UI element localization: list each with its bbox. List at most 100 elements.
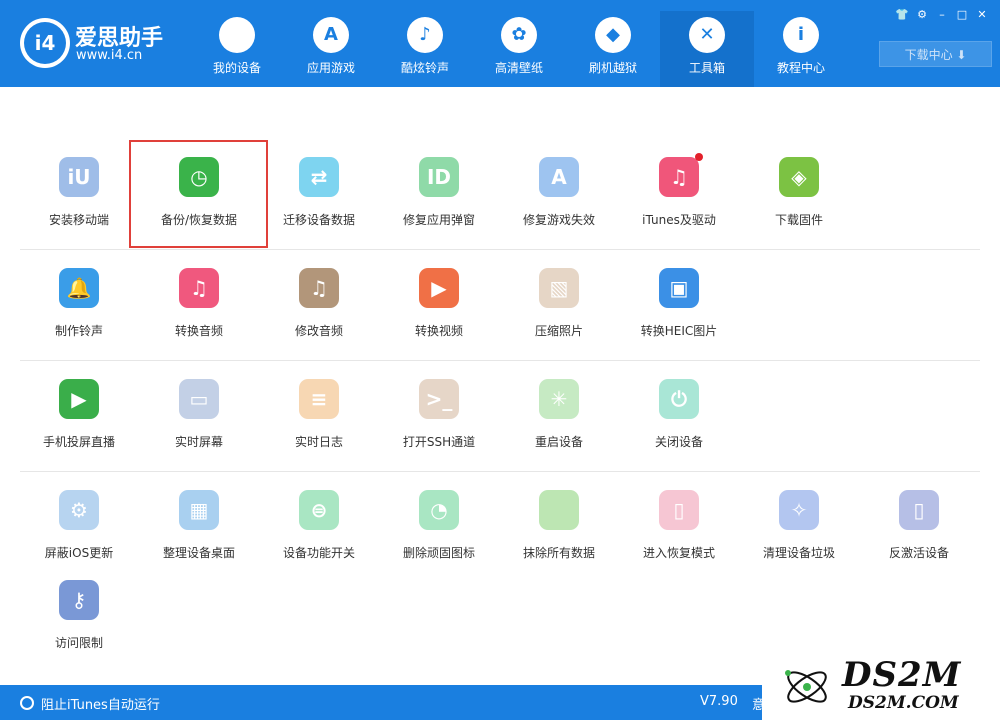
tool-recovery-mode[interactable]: ▯ 进入恢复模式	[619, 482, 739, 582]
tool-desktop-organize[interactable]: ▦ 整理设备桌面	[139, 482, 259, 582]
download-center-button[interactable]: 下载中心 ⬇	[879, 41, 992, 67]
screen-mirror-icon: ▶	[59, 379, 99, 419]
tool-backup-restore[interactable]: ◷ 备份/恢复数据	[139, 149, 259, 249]
tool-heic-convert[interactable]: ▣ 转换HEIC图片	[619, 260, 739, 360]
window-controls: 👕 ⚙ – □ ✕	[890, 3, 990, 21]
tool-deactivate[interactable]: ▯ 反激活设备	[859, 482, 979, 582]
desktop-organize-icon: ▦	[179, 490, 219, 530]
block-update-icon: ⚙	[59, 490, 99, 530]
row-divider	[20, 249, 980, 250]
itunes-toggle-label[interactable]: 阻止iTunes自动运行	[41, 694, 160, 713]
watermark-title: DS2M	[842, 655, 962, 695]
tool-block-update[interactable]: ⚙ 屏蔽iOS更新	[19, 482, 139, 582]
tool-ssh[interactable]: >_ 打开SSH通道	[379, 371, 499, 471]
tool-erase-data[interactable]: 抹除所有数据	[499, 482, 619, 582]
tool-screen-mirror[interactable]: ▶ 手机投屏直播	[19, 371, 139, 471]
logo-mark: i4	[24, 22, 66, 64]
tool-label: iTunes及驱动	[642, 213, 716, 227]
tool-audio-convert[interactable]: ♫ 转换音频	[139, 260, 259, 360]
tool-label: 制作铃声	[54, 324, 103, 338]
tool-label: 修复应用弹窗	[402, 213, 475, 227]
bell-icon: ♪	[407, 17, 443, 53]
video-convert-icon: ▶	[419, 268, 459, 308]
tool-live-log[interactable]: ≡ 实时日志	[259, 371, 379, 471]
tool-delete-icon[interactable]: ◔ 删除顽固图标	[379, 482, 499, 582]
tool-label: 转换HEIC图片	[640, 324, 718, 338]
ssh-icon: >_	[419, 379, 459, 419]
tool-migrate[interactable]: ⇄ 迁移设备数据	[259, 149, 379, 249]
nav-label: 教程中心	[776, 61, 825, 75]
erase-data-icon	[539, 490, 579, 530]
tools-icon: ✕	[689, 17, 725, 53]
itunes-toggle-icon[interactable]	[20, 696, 34, 710]
row-divider	[20, 471, 980, 472]
tool-label: 关闭设备	[654, 435, 703, 449]
tool-label: 安装移动端	[48, 213, 109, 227]
nav-label: 应用游戏	[306, 61, 355, 75]
version-label: V7.90	[700, 694, 738, 709]
reboot-icon: ✳	[539, 379, 579, 419]
tool-reboot[interactable]: ✳ 重启设备	[499, 371, 619, 471]
gear-icon[interactable]: ⚙	[914, 7, 930, 23]
tool-ringtone[interactable]: 🔔 制作铃声	[19, 260, 139, 360]
tool-firmware-box[interactable]: ◈ 下载固件	[739, 149, 859, 249]
itunes-icon: ♫	[659, 157, 699, 197]
notification-dot	[695, 153, 703, 161]
tool-label: 迁移设备数据	[282, 213, 355, 227]
close-icon[interactable]: ✕	[974, 7, 990, 23]
tool-label: 屏蔽iOS更新	[44, 546, 114, 560]
delete-icon-icon: ◔	[419, 490, 459, 530]
shirt-icon[interactable]: 👕	[894, 7, 910, 23]
tool-restriction-key[interactable]: ⚷ 访问限制	[19, 572, 139, 672]
tool-live-screen[interactable]: ▭ 实时屏幕	[139, 371, 259, 471]
nav-label: 工具箱	[688, 61, 725, 75]
apple-icon	[219, 17, 255, 53]
nav-item-5[interactable]: ✕ 工具箱	[660, 11, 754, 87]
tool-itunes[interactable]: ♫ iTunes及驱动	[619, 149, 739, 249]
i4-logo: i4	[20, 18, 70, 68]
deactivate-icon: ▯	[899, 490, 939, 530]
tool-label: 下载固件	[774, 213, 823, 227]
flower-icon: ✿	[501, 17, 537, 53]
nav-label: 酷炫铃声	[400, 61, 449, 75]
tool-label: 手机投屏直播	[42, 435, 115, 449]
tool-label: 清理设备垃圾	[762, 546, 835, 560]
brand-url: www.i4.cn	[76, 48, 143, 63]
watermark-url: DS2M.COM	[848, 693, 959, 713]
tool-label: 压缩照片	[534, 324, 583, 338]
tool-label: 抹除所有数据	[522, 546, 595, 560]
tool-label: 修改音频	[294, 324, 343, 338]
tool-label: 删除顽固图标	[402, 546, 475, 560]
tool-clean-junk[interactable]: ✧ 清理设备垃圾	[739, 482, 859, 582]
tool-app-store-repair[interactable]: A 修复游戏失效	[499, 149, 619, 249]
watermark: DS2M DS2M.COM	[762, 655, 1000, 720]
tool-audio-edit[interactable]: ♫ 修改音频	[259, 260, 379, 360]
top-header: i4 爱思助手 www.i4.cn 我的设备 A 应用游戏 ♪ 酷炫铃声 ✿ 高清壁纸 ◆ 刷机…	[0, 0, 1000, 87]
audio-edit-icon: ♫	[299, 268, 339, 308]
migrate-icon: ⇄	[299, 157, 339, 197]
nav-label: 高清壁纸	[494, 61, 543, 75]
minimize-icon[interactable]: –	[934, 7, 950, 23]
photo-compress-icon: ▧	[539, 268, 579, 308]
heic-convert-icon: ▣	[659, 268, 699, 308]
nav-item-6[interactable]: i 教程中心	[754, 11, 848, 87]
maximize-icon[interactable]: □	[954, 7, 970, 23]
nav-item-0[interactable]: 我的设备	[190, 11, 284, 87]
nav-item-2[interactable]: ♪ 酷炫铃声	[378, 11, 472, 87]
tool-power[interactable]: ⏻ 关闭设备	[619, 371, 739, 471]
nav-item-1[interactable]: A 应用游戏	[284, 11, 378, 87]
tool-label: 转换视频	[414, 324, 463, 338]
nav-item-4[interactable]: ◆ 刷机越狱	[566, 11, 660, 87]
tool-apple-id[interactable]: ID 修复应用弹窗	[379, 149, 499, 249]
tool-photo-compress[interactable]: ▧ 压缩照片	[499, 260, 619, 360]
nav-item-3[interactable]: ✿ 高清壁纸	[472, 11, 566, 87]
tool-i4-app[interactable]: iU 安装移动端	[19, 149, 139, 249]
row-divider	[20, 360, 980, 361]
app-store-icon: A	[313, 17, 349, 53]
tool-label: 打开SSH通道	[402, 435, 476, 449]
app-store-repair-icon: A	[539, 157, 579, 197]
nav-label: 刷机越狱	[588, 61, 637, 75]
recovery-mode-icon: ▯	[659, 490, 699, 530]
tool-video-convert[interactable]: ▶ 转换视频	[379, 260, 499, 360]
tool-feature-toggle[interactable]: ⊜ 设备功能开关	[259, 482, 379, 582]
